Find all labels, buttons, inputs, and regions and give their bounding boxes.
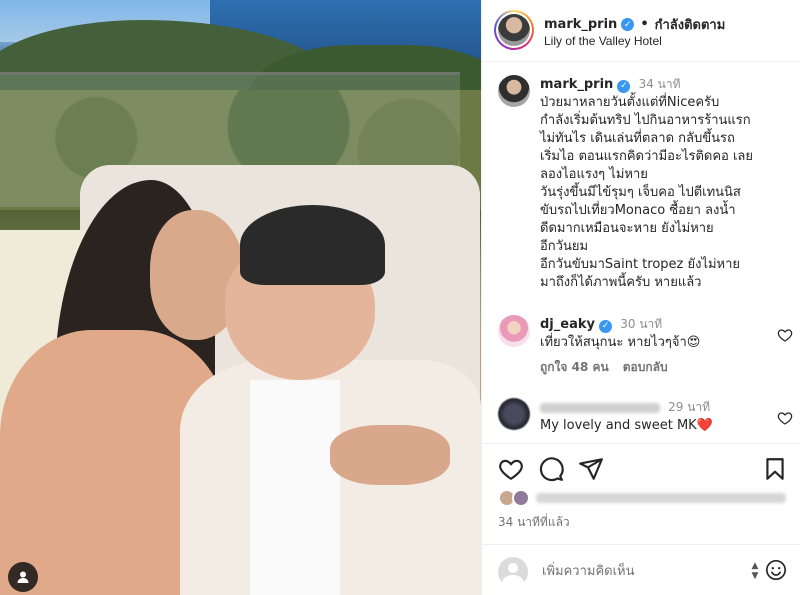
caption-line: ป่วยมาหลายวันตั้งแต่ที่Niceครับ — [540, 95, 720, 110]
comment-username[interactable]: dj_eaky — [540, 317, 595, 332]
post-header: mark_prin ✓ • กำลังติดตาม Lily of the Va… — [482, 0, 800, 62]
avatar[interactable] — [498, 315, 530, 347]
caption-text: ป่วยมาหลายวันตั้งแต่ที่Niceครับ กำลังเริ… — [540, 94, 790, 292]
caption-line: อีกวันยม — [540, 239, 589, 254]
bookmark-icon[interactable] — [762, 456, 788, 482]
likes-summary[interactable] — [498, 488, 788, 508]
verified-badge-icon: ✓ — [617, 79, 631, 93]
photo-hand — [330, 425, 450, 485]
reply-button[interactable]: ตอบกลับ — [623, 358, 668, 376]
comment-item: 29 นาที My lovely and sweet MK❤️ — [498, 398, 793, 443]
comment-time: 30 นาที — [620, 317, 663, 331]
comment-time: 29 นาที — [668, 400, 711, 414]
comment-likes[interactable]: ถูกใจ 48 คน — [540, 358, 609, 376]
caption-time: 34 นาที — [638, 77, 681, 91]
caption-line: ขับรถไปเที่ยวMonaco ซื้อยา ลงน้ำ — [540, 203, 736, 218]
user-tag-button[interactable] — [8, 562, 38, 592]
comment-text: เที่ยวให้สนุกนะ หายไวๆจ้า😍 — [540, 335, 701, 350]
caption-line: อีกวันขับมาSaint tropez ยังไม่หาย — [540, 257, 741, 272]
follow-status-button[interactable]: กำลังติดตาม — [655, 14, 726, 35]
caption: mark_prin ✓ 34 นาที ป่วยมาหลายวันตั้งแต่… — [498, 75, 793, 310]
comment-text: My lovely and sweet MK❤️ — [540, 418, 713, 433]
scroll-arrows-icon[interactable]: ▲ ▼ — [750, 561, 760, 581]
photo-man-tshirt — [250, 380, 340, 595]
caption-line: กำลังเริ่มต้นทริป ไปกินอาหารร้านแรก — [540, 113, 751, 128]
header-username[interactable]: mark_prin — [544, 17, 617, 32]
user-tag-icon — [17, 571, 29, 583]
caption-username[interactable]: mark_prin — [540, 77, 613, 92]
caption-line: ดีดมากเหมือนจะหาย ยังไม่หาย — [540, 221, 714, 236]
caption-line: เริ่มไอ ตอนแรกคิดว่ามีอะไรติดคอ เลย — [540, 149, 754, 164]
post-side-panel: mark_prin ✓ • กำลังติดตาม Lily of the Va… — [481, 0, 800, 595]
add-comment-bar: ▲▼ — [482, 544, 800, 595]
comment-input[interactable] — [542, 559, 742, 583]
liker-avatar — [512, 489, 530, 507]
comment-icon[interactable] — [538, 456, 564, 482]
heart-icon[interactable] — [498, 456, 524, 482]
location-link[interactable]: Lily of the Valley Hotel — [544, 34, 662, 48]
likes-text-blurred — [536, 493, 786, 503]
heart-icon[interactable] — [777, 410, 793, 426]
verified-badge-icon: ✓ — [621, 18, 635, 31]
post-timestamp[interactable]: 34 นาทีที่แล้ว — [498, 513, 570, 532]
emoji-icon[interactable] — [765, 559, 787, 581]
separator-dot: • — [640, 17, 649, 32]
avatar[interactable] — [494, 10, 534, 50]
comment-username-blurred[interactable] — [540, 402, 660, 413]
caption-line: มาถึงก็ได้ภาพนี้ครับ หายแล้ว — [540, 275, 702, 290]
avatar — [498, 557, 528, 587]
caption-line: วันรุ่งขึ้นมีไข้รุมๆ เจ็บคอ ไปตีเทนนิส — [540, 185, 741, 200]
avatar[interactable] — [498, 75, 530, 107]
caption-line: ลองไอแรงๆ ไม่หาย — [540, 167, 648, 182]
heart-icon[interactable] — [777, 327, 793, 343]
post-photo[interactable] — [0, 0, 481, 595]
caption-line: ไม่ทันไร เดินเล่นที่ตลาด กลับขึ้นรถ — [540, 131, 735, 146]
comment-item: dj_eaky ✓ 30 นาที เที่ยวให้สนุกนะ หายไวๆ… — [498, 315, 793, 385]
photo-man-cap — [240, 205, 385, 285]
avatar[interactable] — [498, 398, 530, 430]
share-icon[interactable] — [578, 456, 604, 482]
comments-list[interactable]: mark_prin ✓ 34 นาที ป่วยมาหลายวันตั้งแต่… — [482, 63, 800, 443]
verified-badge-icon: ✓ — [599, 319, 613, 333]
action-bar — [482, 443, 800, 493]
